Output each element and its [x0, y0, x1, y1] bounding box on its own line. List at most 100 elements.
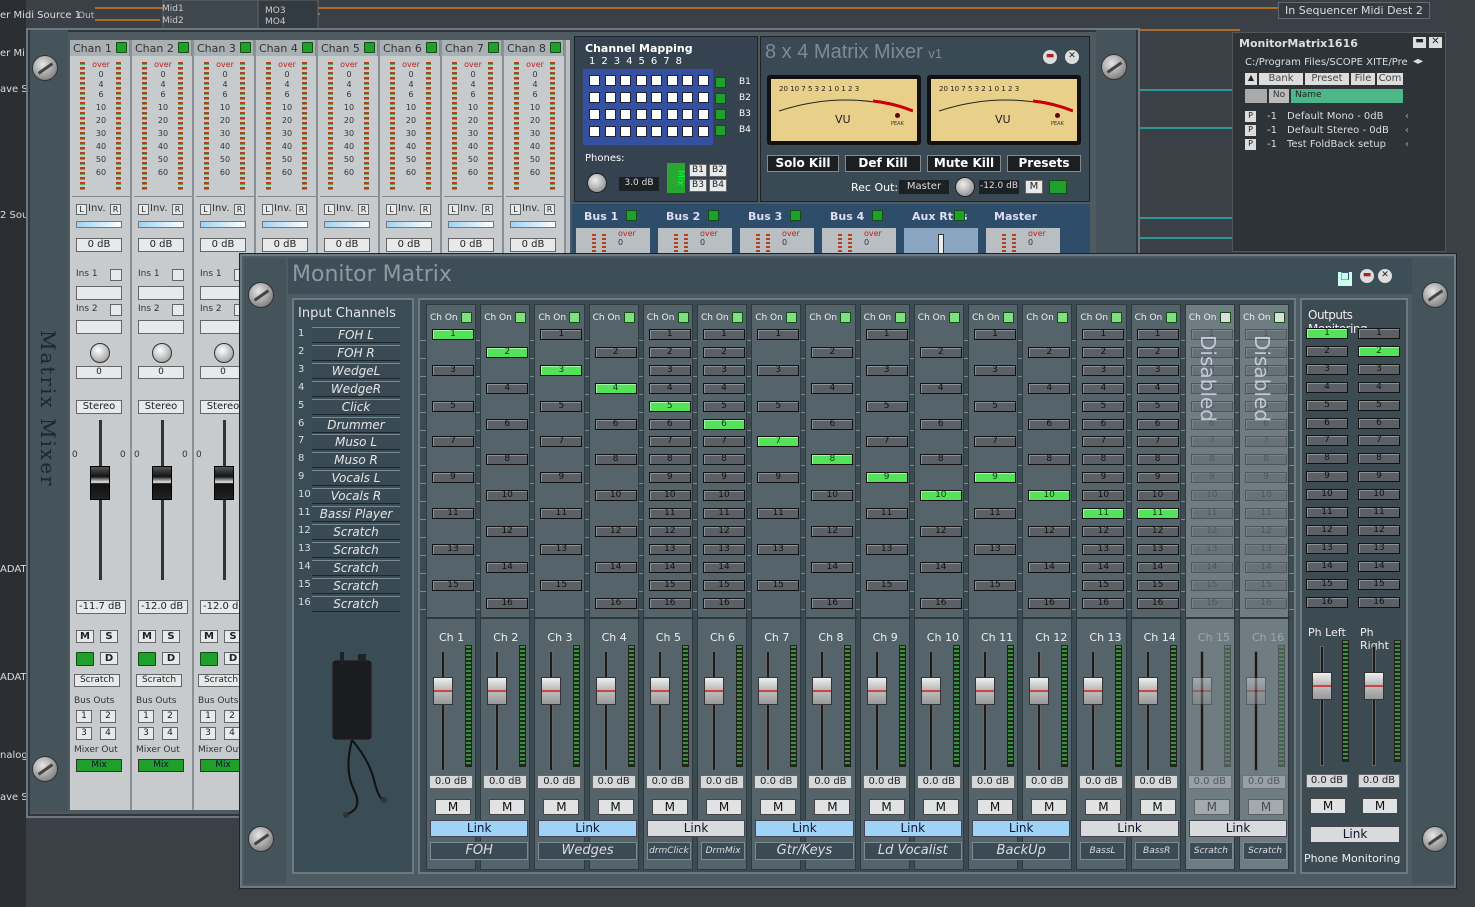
route-button[interactable]: 12 [919, 525, 962, 537]
rec-out-knob[interactable] [955, 177, 975, 197]
channel-on-led[interactable] [178, 42, 189, 53]
output-link-button[interactable]: Link [1310, 826, 1400, 843]
sequencer-midi-dest[interactable]: In Sequencer Midi Dest 2 [1278, 2, 1430, 19]
output-route-button[interactable]: 5 [1306, 399, 1348, 411]
route-button[interactable]: 10 [1136, 490, 1179, 502]
pan-right-button[interactable]: R [358, 204, 369, 215]
route-button[interactable]: 15 [540, 579, 583, 591]
route-button[interactable]: 3 [757, 364, 800, 376]
mute-button[interactable]: M [977, 799, 1013, 815]
aux-fader[interactable] [938, 234, 944, 254]
mapping-cell[interactable] [666, 75, 678, 86]
output-route-button[interactable]: 15 [1306, 578, 1348, 590]
preset-row[interactable]: P -1 Default Mono - 0dB ‹ [1245, 111, 1415, 124]
route-button[interactable]: 2 [811, 346, 854, 358]
pan-right-button[interactable]: R [172, 204, 183, 215]
route-button[interactable]: 4 [648, 382, 691, 394]
route-button[interactable]: 1 [865, 329, 908, 340]
fader-cap[interactable] [920, 677, 941, 705]
route-button[interactable]: 9 [1136, 472, 1179, 484]
input-name-field[interactable]: WedgeL [312, 362, 400, 379]
fader-cap[interactable] [595, 677, 616, 705]
output-route-button[interactable]: 16 [1358, 596, 1400, 608]
route-button[interactable]: 2 [703, 346, 745, 358]
input-name-field[interactable]: Drummer [312, 416, 400, 433]
presets-button[interactable]: Presets [1007, 155, 1081, 172]
mapping-cell[interactable] [666, 126, 678, 137]
mapping-cell[interactable] [697, 75, 709, 86]
channel-on-led[interactable] [426, 42, 437, 53]
ch-on-led[interactable] [1057, 312, 1069, 323]
route-button[interactable]: 6 [703, 418, 745, 430]
mute-button[interactable]: M [1085, 799, 1122, 815]
channel-on-led[interactable] [364, 42, 375, 53]
route-button[interactable]: 2 [1136, 346, 1179, 358]
pan-right-button[interactable]: R [110, 204, 121, 215]
mix-button[interactable]: Mix [76, 759, 122, 772]
bus-led[interactable] [872, 210, 883, 221]
output-route-button[interactable]: 1 [1358, 328, 1400, 339]
fader-cap[interactable] [1312, 672, 1332, 700]
input-name-field[interactable]: Scratch [312, 523, 400, 540]
bus-led[interactable] [954, 210, 965, 221]
route-button[interactable]: 5 [703, 400, 745, 412]
tab-bank[interactable]: Bank [1259, 73, 1303, 85]
gain-slider[interactable] [262, 221, 308, 228]
group-name-field[interactable]: Scratch [1243, 842, 1288, 860]
ch-on-led[interactable] [1274, 312, 1285, 323]
ch-on-led[interactable] [1111, 312, 1123, 323]
channel-on-led[interactable] [488, 42, 499, 53]
pan-left-button[interactable]: L [138, 204, 149, 215]
pan-knob[interactable] [90, 343, 110, 363]
output-route-button[interactable]: 12 [1358, 524, 1400, 536]
route-button[interactable]: 10 [919, 490, 962, 502]
route-button[interactable]: 9 [648, 472, 691, 484]
route-button[interactable]: 7 [648, 436, 691, 448]
route-button[interactable]: 6 [919, 418, 962, 430]
pan-left-button[interactable]: L [386, 204, 397, 215]
route-button[interactable]: 10 [486, 490, 529, 502]
pan-right-button[interactable]: R [234, 204, 245, 215]
route-button[interactable]: 1 [1136, 329, 1179, 340]
mapping-cell[interactable] [589, 75, 600, 86]
output-route-button[interactable]: 7 [1306, 435, 1348, 447]
route-button[interactable]: 16 [486, 597, 529, 609]
ch-on-led[interactable] [894, 312, 906, 323]
route-button[interactable]: 7 [540, 436, 583, 448]
mapping-cell[interactable] [651, 75, 662, 86]
mapping-cell[interactable] [604, 126, 616, 137]
route-button[interactable]: 9 [432, 472, 474, 484]
phones-b2-button[interactable]: B2 [709, 164, 727, 177]
channel-on-led[interactable] [116, 42, 127, 53]
route-button[interactable]: 11 [757, 508, 800, 519]
output-route-button[interactable]: 4 [1358, 381, 1400, 393]
link-button[interactable]: Link [430, 820, 529, 837]
route-button[interactable]: 13 [974, 543, 1016, 555]
bus-out-button[interactable]: 3 [138, 727, 154, 740]
gain-slider[interactable] [386, 221, 432, 228]
gain-slider[interactable] [76, 221, 122, 228]
mapping-cell[interactable] [604, 109, 616, 120]
route-button[interactable]: 13 [540, 543, 583, 555]
input-name-field[interactable]: Muso R [312, 452, 400, 469]
output-route-button[interactable]: 15 [1358, 578, 1400, 590]
route-button[interactable]: 15 [1082, 579, 1125, 591]
route-button[interactable]: 6 [486, 418, 529, 430]
mapping-cell[interactable] [589, 109, 600, 120]
pan-left-button[interactable]: L [510, 204, 521, 215]
ins1-checkbox[interactable] [110, 269, 122, 281]
route-button[interactable]: 16 [594, 597, 637, 609]
tab-file[interactable]: File [1351, 73, 1375, 85]
link-button[interactable]: Link [538, 820, 637, 837]
route-button[interactable]: 13 [703, 543, 745, 555]
minimize-icon[interactable]: ▬ [1413, 37, 1426, 48]
mute-button[interactable]: M [76, 630, 94, 643]
route-button[interactable]: 12 [1082, 525, 1125, 537]
ch-on-led[interactable] [1003, 312, 1014, 323]
bus-led[interactable] [790, 210, 801, 221]
output-route-button[interactable]: 11 [1358, 507, 1400, 518]
mute-button[interactable]: M [489, 799, 526, 815]
input-name-field[interactable]: Vocals L [312, 470, 400, 487]
route-button[interactable]: 11 [1136, 508, 1179, 519]
output-route-button[interactable]: 8 [1306, 453, 1348, 465]
